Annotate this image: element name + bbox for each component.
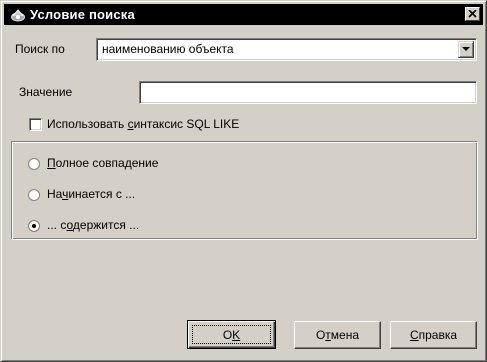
radio-label-exact-match[interactable]: Полное совпадение <box>47 156 158 170</box>
help-button-label: Справка <box>409 328 458 342</box>
ok-button[interactable]: OK <box>187 320 276 349</box>
search-condition-dialog: Условие поиска Поиск по наименованию объ… <box>0 0 487 362</box>
close-button[interactable] <box>465 7 480 21</box>
close-icon <box>468 10 477 18</box>
sql-like-checkbox[interactable] <box>29 118 42 131</box>
title-bar[interactable]: Условие поиска <box>4 4 483 25</box>
search-by-value: наименованию объекта <box>102 42 234 56</box>
radio-exact-match[interactable] <box>28 158 40 170</box>
chevron-down-icon <box>462 47 470 51</box>
cancel-button-label: Отмена <box>315 328 360 342</box>
search-by-label: Поиск по <box>15 42 65 56</box>
cancel-button[interactable]: Отмена <box>294 321 381 349</box>
radio-selected-dot <box>32 224 36 228</box>
focus-rectangle <box>192 325 271 344</box>
sql-like-label[interactable]: Использовать синтаксис SQL LIKE <box>47 117 239 131</box>
help-button[interactable]: Справка <box>390 321 477 349</box>
radio-label-starts-with[interactable]: Начинается с ... <box>47 187 135 201</box>
search-by-dropdown[interactable]: наименованию объекта <box>96 38 477 61</box>
radio-starts-with[interactable] <box>28 189 40 201</box>
radio-contains[interactable] <box>28 220 40 232</box>
dropdown-button[interactable] <box>458 41 474 58</box>
radio-label-contains[interactable]: ... содержится ... <box>47 218 139 232</box>
value-label: Значение <box>19 85 73 99</box>
value-input[interactable] <box>139 81 477 104</box>
search-condition-icon <box>9 7 27 23</box>
window-title: Условие поиска <box>30 7 135 22</box>
